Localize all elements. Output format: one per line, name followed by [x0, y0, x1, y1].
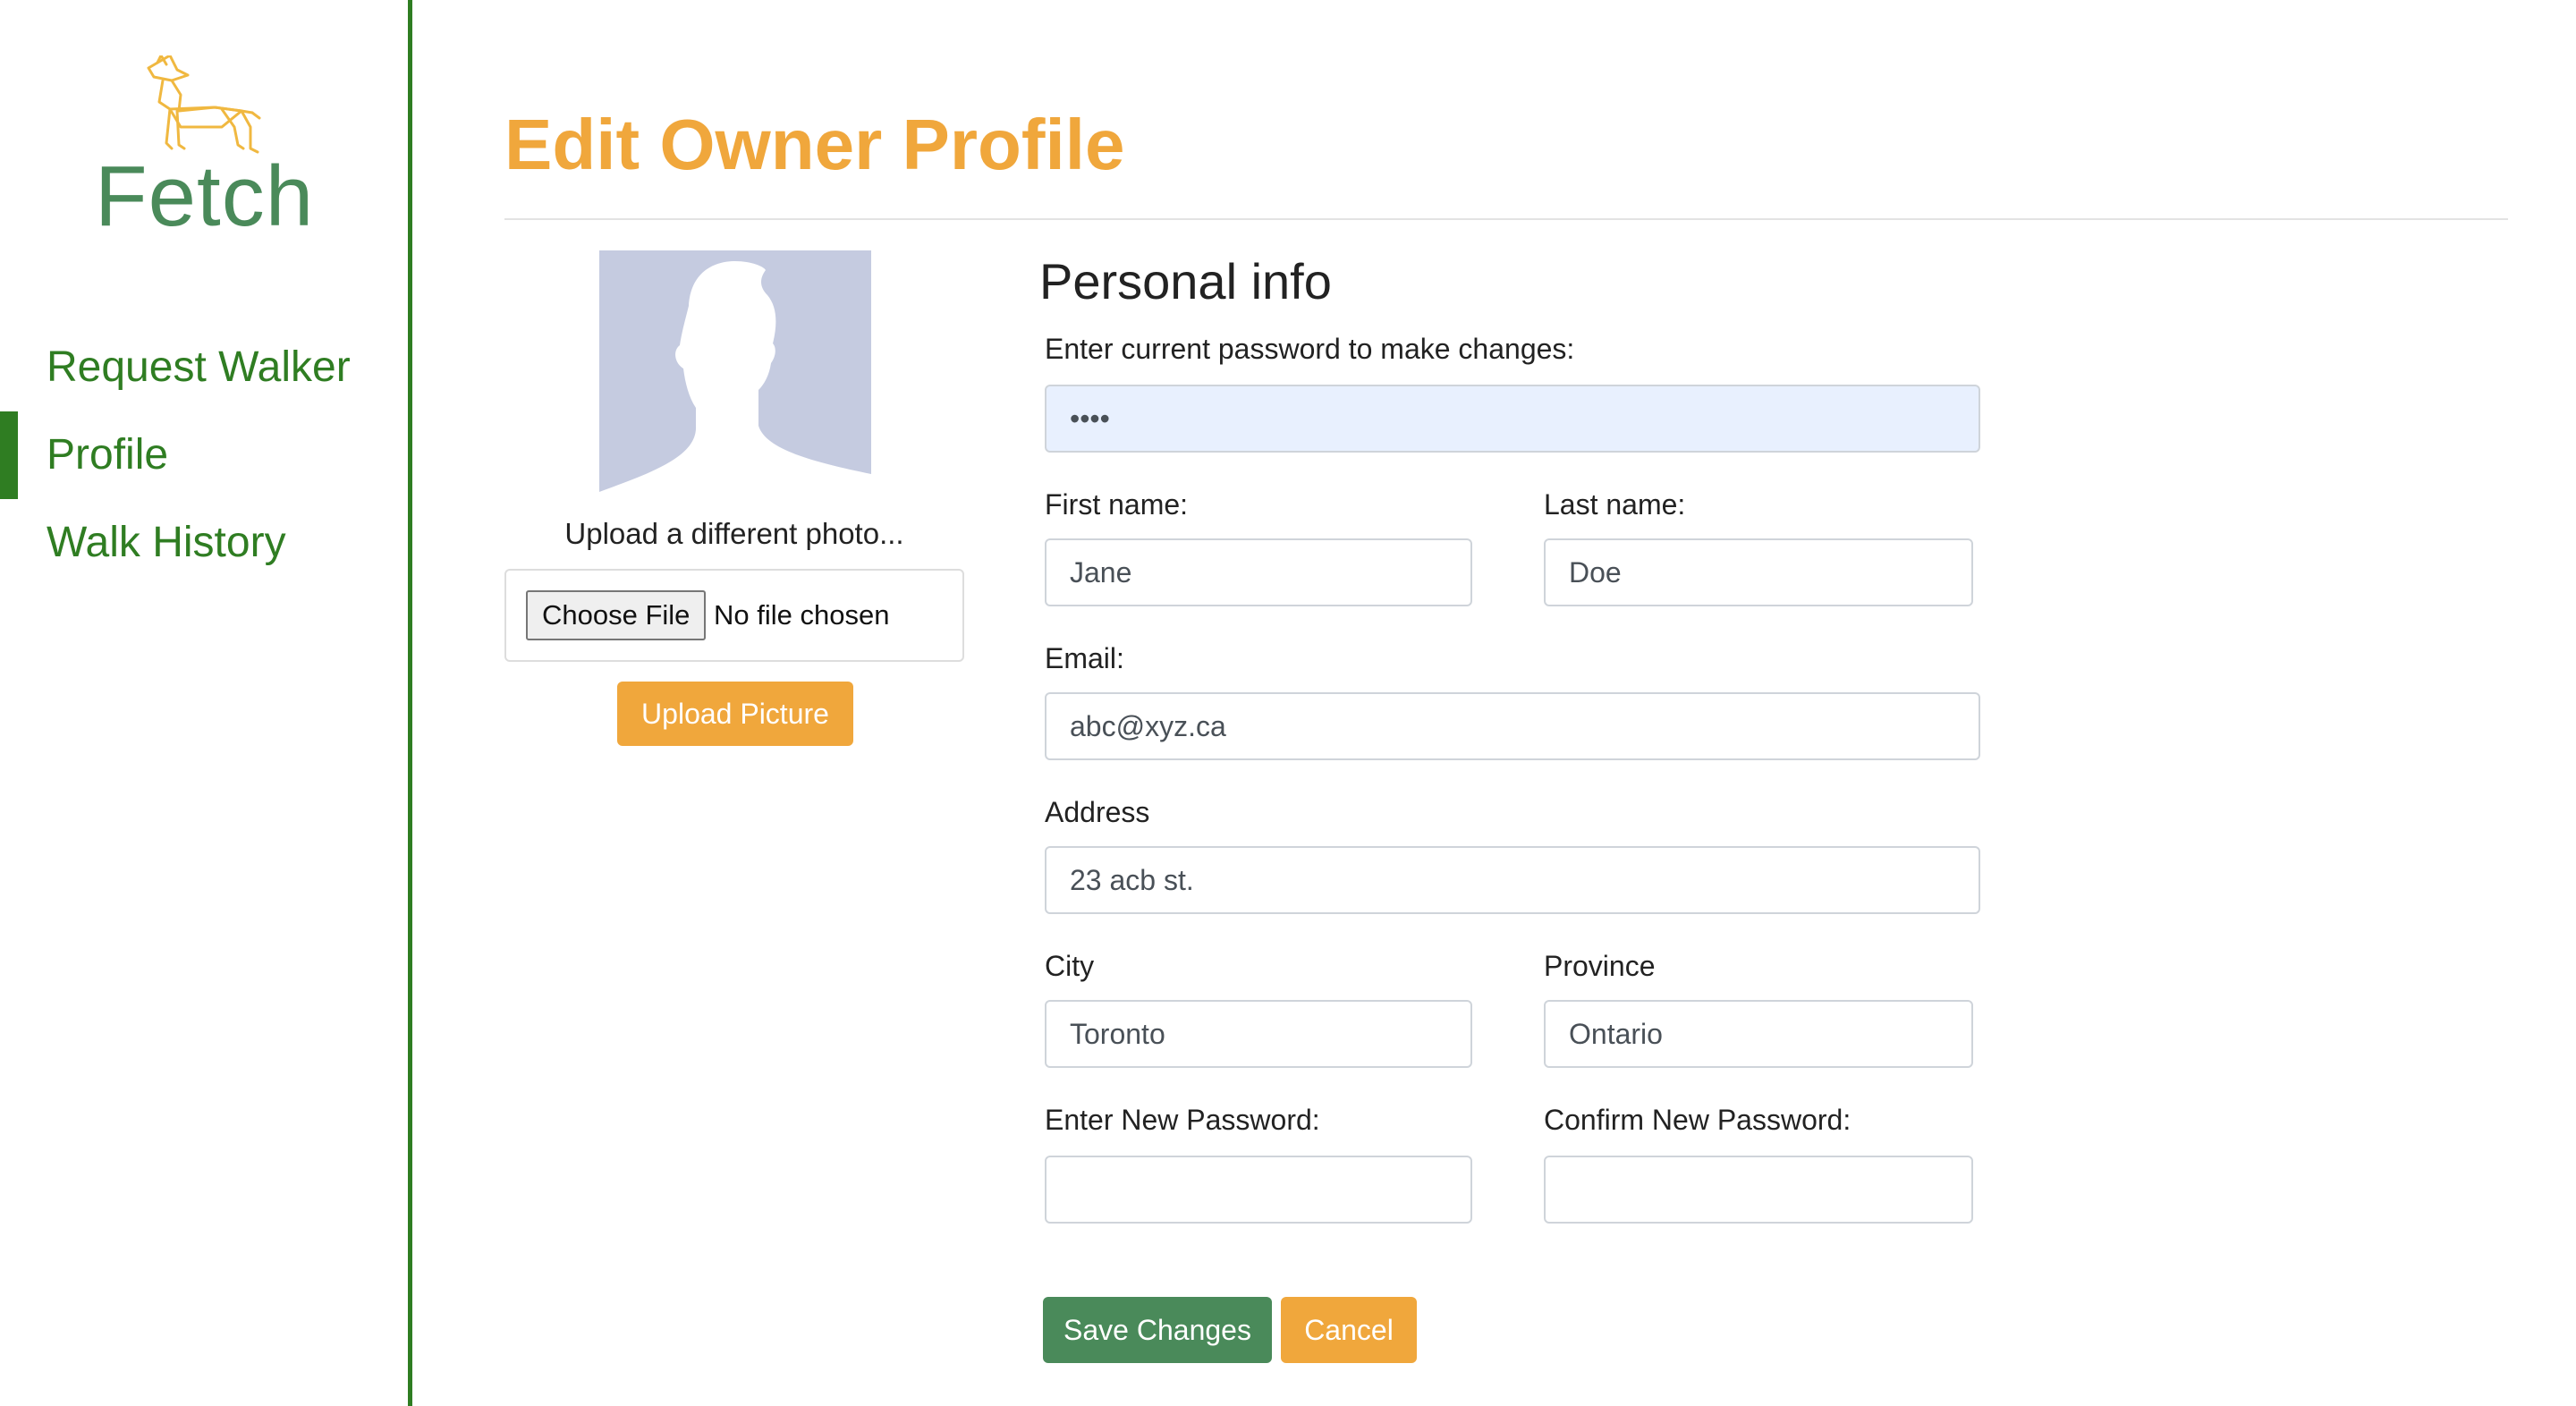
confirm-password-label: Confirm New Password: — [1544, 1104, 1852, 1136]
sidebar: Fetch Request Walker Profile Walk Histor… — [0, 0, 412, 1406]
new-password-input[interactable] — [1045, 1156, 1472, 1224]
cancel-button[interactable]: Cancel — [1281, 1297, 1417, 1363]
upload-photo-label: Upload a different photo... — [564, 517, 904, 550]
profile-photo — [599, 250, 871, 504]
province-input[interactable] — [1544, 1000, 1973, 1068]
nav-walk-history[interactable]: Walk History — [0, 499, 408, 587]
current-password-label: Enter current password to make changes: — [1045, 333, 1575, 365]
first-name-input[interactable] — [1045, 538, 1472, 606]
address-input[interactable] — [1045, 846, 1980, 914]
last-name-input[interactable] — [1544, 538, 1973, 606]
section-heading: Personal info — [1039, 253, 1332, 309]
page-title: Edit Owner Profile — [504, 105, 1125, 184]
new-password-label: Enter New Password: — [1045, 1104, 1320, 1136]
confirm-password-input[interactable] — [1544, 1156, 1973, 1224]
email-input[interactable] — [1045, 692, 1980, 760]
title-divider — [504, 218, 2508, 220]
fetch-logo[interactable]: Fetch — [89, 55, 322, 243]
city-input[interactable] — [1045, 1000, 1472, 1068]
city-label: City — [1045, 950, 1095, 982]
file-input[interactable]: Choose File No file chosen — [504, 569, 964, 662]
email-label: Email: — [1045, 642, 1124, 674]
choose-file-button[interactable]: Choose File — [526, 590, 707, 640]
avatar-silhouette-icon — [599, 261, 871, 504]
upload-picture-button[interactable]: Upload Picture — [617, 682, 853, 746]
nav-profile[interactable]: Profile — [0, 411, 408, 499]
first-name-label: First name: — [1045, 488, 1189, 521]
last-name-label: Last name: — [1544, 488, 1686, 521]
current-password-input[interactable] — [1045, 385, 1980, 453]
province-label: Province — [1544, 950, 1656, 982]
logo-text: Fetch — [95, 148, 315, 244]
nav-request-walker[interactable]: Request Walker — [0, 324, 408, 411]
save-changes-button[interactable]: Save Changes — [1043, 1297, 1272, 1363]
no-file-text: No file chosen — [714, 599, 890, 631]
address-label: Address — [1045, 796, 1150, 828]
